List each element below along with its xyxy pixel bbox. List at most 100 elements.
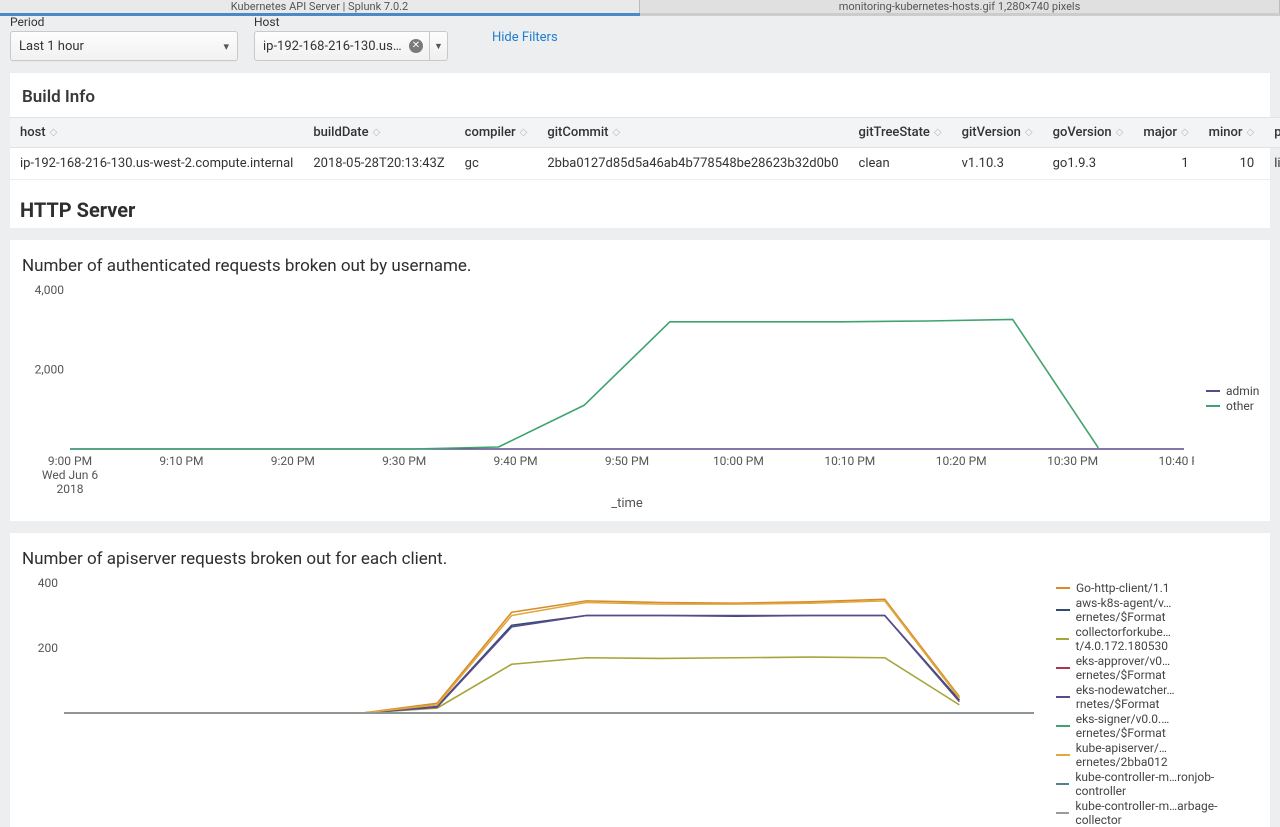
svg-text:10:20 PM: 10:20 PM: [936, 454, 987, 468]
cell-major: 1: [1133, 148, 1198, 180]
chart2-area[interactable]: 2004009:00 PM9:10 PM9:20 PM9:30 PM9:40 P…: [24, 577, 1044, 827]
legend-other-label: other: [1226, 399, 1254, 413]
hide-filters-link[interactable]: Hide Filters: [492, 30, 558, 47]
svg-text:10:40 PM: 10:40 PM: [1159, 454, 1194, 468]
panel-build-info-title: Build Info: [10, 73, 1270, 117]
host-token-value: ip-192-168-216-130.us-we…: [263, 39, 403, 54]
legend-dash-icon: [1056, 667, 1070, 669]
svg-text:_time: _time: [611, 496, 643, 509]
legend-dash-icon: [1056, 638, 1069, 640]
col-platform[interactable]: platform◇: [1264, 118, 1280, 148]
chart1-svg: 2,0004,0009:00 PM9:10 PM9:20 PM9:30 PM9:…: [24, 284, 1194, 509]
filter-period: Period Last 1 hour ▾: [10, 15, 238, 61]
svg-text:9:10 PM: 9:10 PM: [159, 454, 203, 468]
sort-icon: ◇: [934, 127, 942, 138]
sort-icon: ◇: [1116, 127, 1124, 138]
legend-item-label: kube-controller-m…arbage-collector: [1075, 799, 1256, 827]
svg-text:9:00 PM: 9:00 PM: [48, 454, 92, 468]
legend-item[interactable]: kube-controller-m…arbage-collector: [1056, 799, 1256, 827]
cell-minor: 10: [1199, 148, 1265, 180]
filter-host-label: Host: [254, 15, 448, 29]
host-dropdown-caret[interactable]: ▼: [430, 31, 448, 61]
legend-item[interactable]: eks-nodewatcher…rnetes/$Format: [1056, 683, 1256, 711]
cell-gitCommit: 2bba0127d85d5a46ab4b778548be28623b32d0b0: [537, 148, 848, 180]
tab-secondary[interactable]: monitoring-kubernetes-hosts.gif 1,280×74…: [640, 0, 1280, 13]
col-goVersion[interactable]: goVersion◇: [1043, 118, 1134, 148]
svg-text:9:20 PM: 9:20 PM: [271, 454, 315, 468]
legend-other[interactable]: other: [1206, 399, 1259, 413]
cell-platform: linux/amd64: [1264, 148, 1280, 180]
legend-dash-icon: [1056, 696, 1070, 698]
chart2-legend: Go-http-client/1.1aws-k8s-agent/v…ernete…: [1044, 577, 1256, 827]
legend-dash-icon: [1206, 405, 1220, 407]
table-row[interactable]: ip-192-168-216-130.us-west-2.compute.int…: [10, 148, 1280, 180]
col-host[interactable]: host◇: [10, 118, 303, 148]
col-buildDate[interactable]: buildDate◇: [303, 118, 454, 148]
host-token-dropdown[interactable]: ip-192-168-216-130.us-we… ✕ ▼: [254, 31, 448, 61]
sort-icon: ◇: [613, 127, 621, 138]
legend-item[interactable]: aws-k8s-agent/v…ernetes/$Format: [1056, 596, 1256, 624]
col-compiler[interactable]: compiler◇: [455, 118, 538, 148]
chart2-svg: 2004009:00 PM9:10 PM9:20 PM9:30 PM9:40 P…: [24, 577, 1044, 717]
legend-item[interactable]: Go-http-client/1.1: [1056, 581, 1256, 595]
chart2-wrap: 2004009:00 PM9:10 PM9:20 PM9:30 PM9:40 P…: [10, 573, 1270, 827]
chart1-area[interactable]: 2,0004,0009:00 PM9:10 PM9:20 PM9:30 PM9:…: [24, 284, 1194, 513]
legend-item-label: eks-approver/v0…ernetes/$Format: [1076, 654, 1256, 682]
legend-dash-icon: [1206, 390, 1220, 392]
col-major[interactable]: major◇: [1133, 118, 1198, 148]
col-gitVersion[interactable]: gitVersion◇: [952, 118, 1043, 148]
filter-host: Host ip-192-168-216-130.us-we… ✕ ▼: [254, 15, 448, 61]
legend-dash-icon: [1056, 609, 1070, 611]
legend-admin-label: admin: [1226, 384, 1259, 398]
svg-text:4,000: 4,000: [35, 284, 65, 297]
filters-row: Period Last 1 hour ▾ Host ip-192-168-216…: [0, 15, 1280, 73]
tab-active[interactable]: Kubernetes API Server | Splunk 7.0.2: [0, 0, 640, 13]
legend-dash-icon: [1056, 725, 1070, 727]
col-gitTreeState[interactable]: gitTreeState◇: [849, 118, 952, 148]
col-gitCommit[interactable]: gitCommit◇: [537, 118, 848, 148]
legend-item[interactable]: kube-apiserver/…ernetes/2bba012: [1056, 741, 1256, 769]
sort-icon: ◇: [373, 127, 381, 138]
legend-item-label: kube-controller-m…ronjob-controller: [1075, 770, 1256, 798]
panel-chart-client-requests: Number of apiserver requests broken out …: [10, 533, 1270, 827]
build-info-table: host◇ buildDate◇ compiler◇ gitCommit◇ gi…: [10, 117, 1280, 180]
svg-text:9:30 PM: 9:30 PM: [382, 454, 426, 468]
cell-compiler: gc: [455, 148, 538, 180]
legend-item[interactable]: collectorforkube…t/4.0.172.180530: [1056, 625, 1256, 653]
legend-dash-icon: [1056, 812, 1069, 814]
legend-item-label: collectorforkube…t/4.0.172.180530: [1075, 625, 1256, 653]
clear-icon[interactable]: ✕: [409, 39, 423, 53]
chart1-wrap: 2,0004,0009:00 PM9:10 PM9:20 PM9:30 PM9:…: [10, 280, 1270, 521]
panel-chart-auth-requests: Number of authenticated requests broken …: [10, 240, 1270, 521]
browser-tabbar: Kubernetes API Server | Splunk 7.0.2 mon…: [0, 0, 1280, 16]
host-token[interactable]: ip-192-168-216-130.us-we… ✕: [254, 31, 430, 61]
cell-goVersion: go1.9.3: [1043, 148, 1134, 180]
svg-text:200: 200: [38, 641, 58, 655]
cell-host: ip-192-168-216-130.us-west-2.compute.int…: [10, 148, 303, 180]
cell-gitTreeState: clean: [849, 148, 952, 180]
svg-text:Wed Jun 6: Wed Jun 6: [42, 468, 98, 482]
svg-text:2,000: 2,000: [35, 363, 65, 377]
legend-dash-icon: [1056, 587, 1070, 589]
svg-text:10:00 PM: 10:00 PM: [713, 454, 764, 468]
period-dropdown-value: Last 1 hour: [19, 39, 84, 54]
chevron-down-icon: ▾: [223, 40, 229, 53]
legend-item[interactable]: kube-controller-m…ronjob-controller: [1056, 770, 1256, 798]
legend-item-label: aws-k8s-agent/v…ernetes/$Format: [1076, 596, 1256, 624]
col-minor[interactable]: minor◇: [1199, 118, 1265, 148]
legend-item[interactable]: eks-approver/v0…ernetes/$Format: [1056, 654, 1256, 682]
legend-item-label: eks-signer/v0.0.…ernetes/$Format: [1076, 712, 1256, 740]
svg-text:2018: 2018: [57, 482, 84, 496]
legend-dash-icon: [1056, 783, 1069, 785]
panel-build-info: Build Info host◇ buildDate◇ compiler◇ gi…: [10, 73, 1270, 228]
legend-item[interactable]: eks-signer/v0.0.…ernetes/$Format: [1056, 712, 1256, 740]
tab-progress-indicator: [0, 13, 640, 16]
table-header-row: host◇ buildDate◇ compiler◇ gitCommit◇ gi…: [10, 118, 1280, 148]
filter-period-label: Period: [10, 15, 238, 29]
period-dropdown[interactable]: Last 1 hour ▾: [10, 31, 238, 61]
sort-icon: ◇: [1247, 127, 1255, 138]
legend-admin[interactable]: admin: [1206, 384, 1259, 398]
chart1-legend: admin other: [1194, 284, 1259, 513]
tab-secondary-label: monitoring-kubernetes-hosts.gif 1,280×74…: [839, 0, 1081, 13]
sort-icon: ◇: [520, 127, 528, 138]
